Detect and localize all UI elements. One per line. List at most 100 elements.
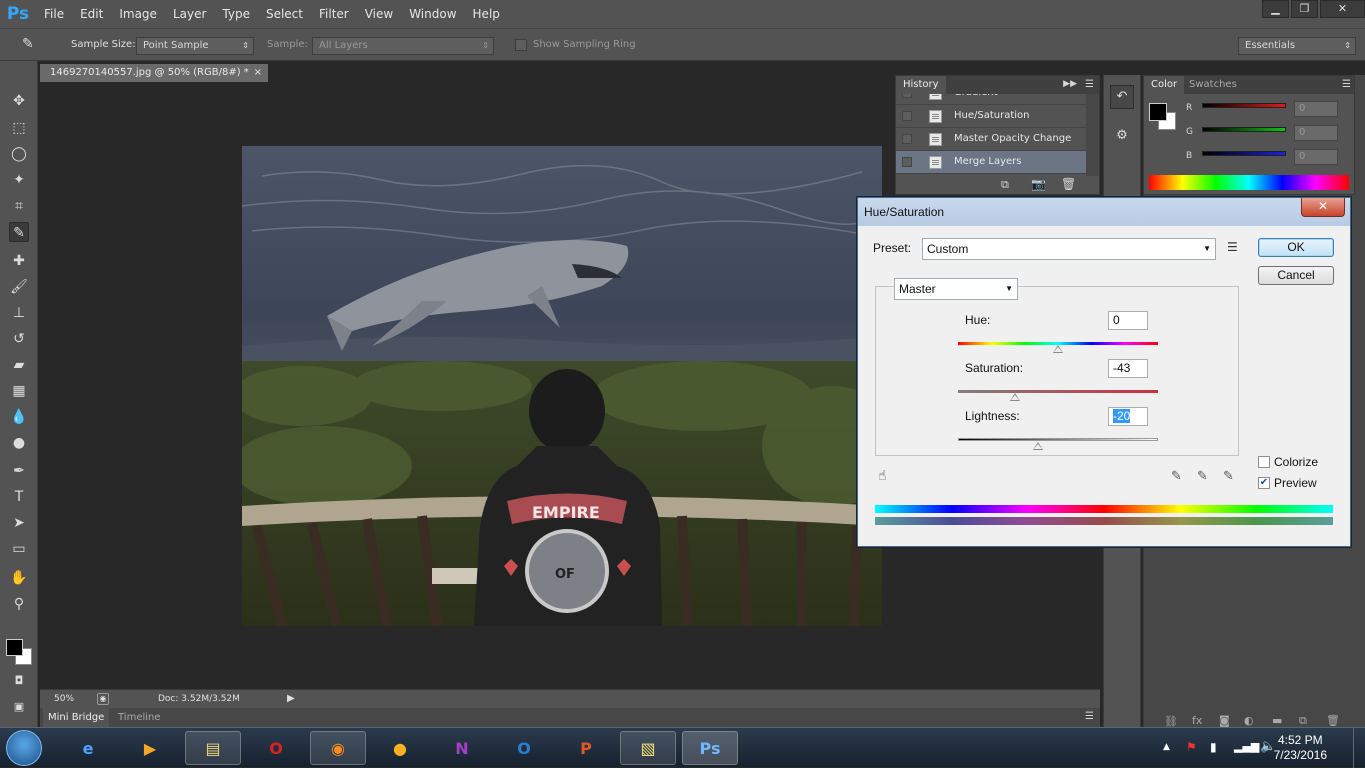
saturation-input[interactable]: -43 (1108, 359, 1148, 378)
internet-explorer-icon[interactable]: e (60, 731, 116, 765)
restore-button[interactable]: ❐ (1291, 0, 1318, 18)
menu-filter[interactable]: Filter (311, 0, 357, 28)
new-layer-icon[interactable]: ⧉ (1299, 714, 1307, 728)
saturation-slider-thumb[interactable] (1010, 393, 1020, 401)
history-brush-tool-icon[interactable]: ↺ (9, 329, 29, 349)
powerpoint-icon[interactable]: P (558, 731, 614, 765)
eyedropper-icon[interactable]: ✎ (22, 36, 40, 54)
targeted-adjustment-hand-icon[interactable]: ☝ (878, 468, 887, 484)
preset-options-icon[interactable]: ☰ (1227, 240, 1238, 254)
history-panel-icon[interactable]: ↶ (1110, 85, 1134, 109)
layer-mask-icon[interactable]: ◙ (1219, 714, 1230, 727)
group-folder-icon[interactable]: ▬ (1272, 714, 1282, 727)
show-desktop-button[interactable] (1353, 728, 1365, 768)
dodge-tool-icon[interactable]: ● (9, 433, 29, 453)
new-document-from-state-icon[interactable]: ⧉ (1001, 178, 1009, 192)
document-tab[interactable]: 1469270140557.jpg @ 50% (RGB/8#) * × (40, 64, 268, 82)
screen-mode-icon[interactable]: ▣ (9, 697, 29, 717)
stamp-tool-icon[interactable]: ⊥ (9, 303, 29, 323)
lightness-slider-thumb[interactable] (1033, 442, 1044, 450)
healing-brush-tool-icon[interactable]: ✚ (9, 251, 29, 271)
brush-tool-icon[interactable]: 🖌 (9, 277, 29, 297)
rectangle-tool-icon[interactable]: ▭ (9, 539, 29, 559)
layer-effects-icon[interactable]: fx (1192, 714, 1202, 727)
hue-slider[interactable] (958, 342, 1158, 353)
eyedropper-add-icon[interactable]: ✎ (1197, 469, 1208, 484)
collapse-icon[interactable]: ▶▶ (1063, 79, 1077, 89)
hue-slider-thumb[interactable] (1053, 345, 1063, 353)
panel-dock-scrollbar[interactable] (1355, 75, 1365, 727)
zoom-tool-icon[interactable]: ⚲ (9, 594, 29, 614)
cancel-button[interactable]: Cancel (1258, 266, 1334, 285)
sample-layers-select[interactable]: All Layers ⇕ (312, 37, 494, 55)
camera-icon[interactable]: 📷 (1031, 177, 1046, 191)
green-value[interactable]: 0 (1294, 125, 1338, 141)
quick-select-tool-icon[interactable]: ✦ (9, 170, 29, 190)
trash-icon[interactable]: 🗑 (1061, 177, 1076, 191)
adjustment-layer-icon[interactable]: ◐ (1244, 714, 1254, 727)
minimize-button[interactable]: ▁ (1262, 0, 1289, 18)
marquee-tool-icon[interactable]: ⬚ (9, 118, 29, 138)
tab-timeline[interactable]: Timeline (113, 708, 166, 727)
blur-tool-icon[interactable]: 💧 (9, 407, 29, 427)
red-slider[interactable] (1202, 103, 1286, 108)
quick-mask-icon[interactable]: ◘ (9, 671, 29, 691)
history-scrollbar[interactable] (1086, 94, 1099, 176)
network-icon[interactable]: ▂▄▆ (1234, 740, 1259, 753)
opera-icon[interactable]: O (248, 731, 304, 765)
dialog-close-button[interactable]: ✕ (1301, 198, 1345, 217)
crop-tool-icon[interactable]: ⌗ (9, 196, 29, 216)
green-slider[interactable] (1202, 127, 1286, 132)
status-info-icon[interactable]: ◉ (97, 693, 109, 705)
foreground-color-swatch[interactable] (6, 639, 23, 656)
menu-view[interactable]: View (357, 0, 401, 28)
battery-icon[interactable]: ▮ (1210, 740, 1217, 754)
eyedropper-tool-icon[interactable]: ✎ (9, 222, 29, 242)
menu-select[interactable]: Select (258, 0, 311, 28)
type-tool-icon[interactable]: T (9, 487, 29, 507)
history-item[interactable]: Hue/Saturation (896, 105, 1086, 128)
tab-history[interactable]: History (896, 76, 946, 94)
document-image[interactable]: EMPIRE OF (242, 146, 882, 626)
menu-type[interactable]: Type (214, 0, 258, 28)
move-tool-icon[interactable]: ✥ (9, 91, 29, 111)
hue-input[interactable]: 0 (1108, 311, 1148, 330)
status-menu-arrow-icon[interactable]: ▶ (287, 693, 295, 704)
blue-slider[interactable] (1202, 151, 1286, 156)
ok-button[interactable]: OK (1258, 238, 1334, 257)
menu-file[interactable]: File (36, 0, 72, 28)
preset-select[interactable]: Custom ▼ (922, 238, 1216, 260)
eyedropper-sample-icon[interactable]: ✎ (1171, 469, 1182, 484)
menu-layer[interactable]: Layer (165, 0, 214, 28)
tab-mini-bridge[interactable]: Mini Bridge (43, 708, 110, 727)
menu-edit[interactable]: Edit (72, 0, 111, 28)
properties-panel-icon[interactable]: ⚙ (1110, 125, 1134, 149)
path-select-tool-icon[interactable]: ➤ (9, 513, 29, 533)
preview-checkbox[interactable]: ✔ (1258, 477, 1270, 489)
menu-image[interactable]: Image (111, 0, 165, 28)
saturation-slider[interactable] (958, 390, 1158, 401)
history-item-selected[interactable]: Merge Layers (896, 151, 1086, 174)
foreground-color-chip[interactable] (1149, 103, 1167, 121)
menu-window[interactable]: Window (401, 0, 464, 28)
outlook-icon[interactable]: O (496, 731, 552, 765)
sampling-ring-checkbox[interactable] (515, 39, 527, 51)
workspace-select[interactable]: Essentials ⇕ (1238, 37, 1356, 55)
sample-size-select[interactable]: Point Sample ⇕ (136, 37, 254, 55)
close-window-button[interactable]: ✕ (1320, 0, 1365, 18)
eyedropper-subtract-icon[interactable]: ✎ (1223, 469, 1234, 484)
tab-swatches[interactable]: Swatches (1182, 76, 1244, 94)
close-tab-icon[interactable]: × (254, 64, 262, 82)
firefox-icon[interactable]: ◉ (310, 731, 366, 765)
history-item[interactable]: Gradient (896, 94, 1086, 105)
start-button[interactable] (6, 730, 42, 766)
hand-tool-icon[interactable]: ✋ (9, 568, 29, 588)
zoom-level[interactable]: 50% (54, 694, 74, 704)
panel-menu-icon[interactable]: ☰ (1342, 79, 1351, 90)
eraser-tool-icon[interactable]: ▰ (9, 355, 29, 375)
tab-color[interactable]: Color (1144, 76, 1185, 94)
delete-layer-icon[interactable]: 🗑 (1326, 714, 1340, 727)
menu-help[interactable]: Help (465, 0, 508, 28)
sticky-notes-icon[interactable]: ▧ (620, 731, 676, 765)
tray-expand-icon[interactable]: ▲ (1163, 742, 1170, 752)
